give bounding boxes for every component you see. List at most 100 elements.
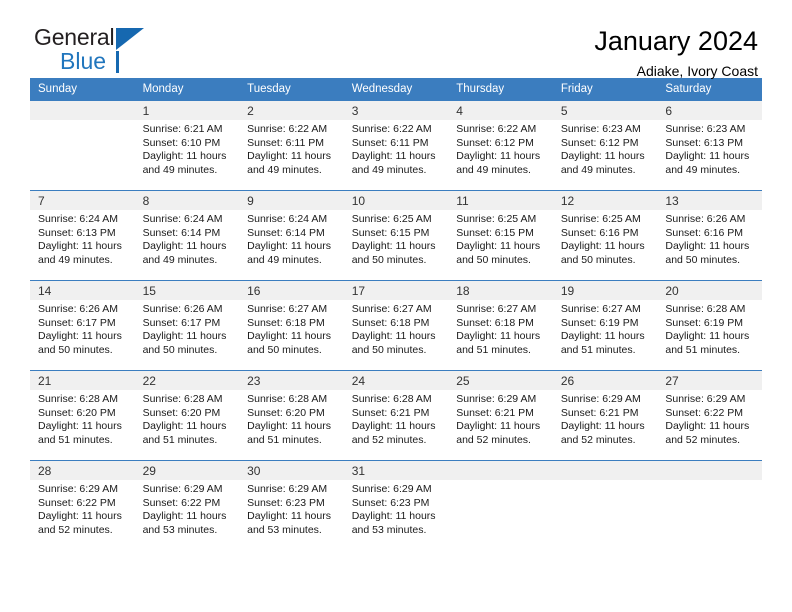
calendar-day-cell[interactable]: 31 Sunrise: 6:29 AM Sunset: 6:23 PM Dayligh… bbox=[343, 460, 449, 551]
sunset-time: Sunset: 6:21 PM bbox=[456, 406, 534, 419]
calendar-day-cell[interactable]: 29 Sunrise: 6:29 AM Sunset: 6:22 PM Dayligh… bbox=[134, 460, 240, 551]
sunset-time: Sunset: 6:15 PM bbox=[351, 226, 430, 239]
calendar-day-cell[interactable]: 23 Sunrise: 6:28 AM Sunset: 6:20 PM Dayligh… bbox=[239, 370, 344, 461]
daylight-duration-line1: Daylight: 11 hours bbox=[560, 420, 645, 433]
daylight-duration-line1: Daylight: 11 hours bbox=[351, 420, 436, 433]
calendar-day-cell[interactable]: 5 Sunrise: 6:23 AM Sunset: 6:12 PM Daylight… bbox=[552, 100, 658, 191]
calendar-day-cell[interactable]: 8 Sunrise: 6:24 AM Sunset: 6:14 PM Daylight… bbox=[134, 190, 240, 281]
calendar-day-cell[interactable]: 18 Sunrise: 6:27 AM Sunset: 6:18 PM Dayligh… bbox=[448, 280, 553, 371]
weekday-header-sunday: Sunday bbox=[30, 78, 135, 101]
sunrise-time: Sunrise: 6:29 AM bbox=[665, 393, 746, 405]
daylight-duration-line1: Daylight: 11 hours bbox=[142, 150, 227, 163]
daylight-duration-line2: and 53 minutes. bbox=[247, 523, 322, 536]
calendar-day-cell[interactable]: 14 Sunrise: 6:26 AM Sunset: 6:17 PM Dayligh… bbox=[30, 280, 135, 371]
calendar-day-cell[interactable]: 1 Sunrise: 6:21 AM Sunset: 6:10 PM Daylight… bbox=[134, 100, 240, 191]
daylight-duration-line2: and 51 minutes. bbox=[247, 433, 322, 446]
calendar-day-cell-empty bbox=[552, 460, 658, 551]
calendar-day-cell[interactable]: 30 Sunrise: 6:29 AM Sunset: 6:23 PM Dayligh… bbox=[239, 460, 344, 551]
sunrise-time: Sunrise: 6:25 AM bbox=[351, 213, 432, 225]
sunset-time: Sunset: 6:14 PM bbox=[142, 226, 221, 239]
day-sun-info: Sunrise: 6:29 AM Sunset: 6:22 PM Daylight:… bbox=[657, 390, 762, 447]
daylight-duration-line1: Daylight: 11 hours bbox=[351, 240, 436, 253]
day-sun-info: Sunrise: 6:29 AM Sunset: 6:23 PM Daylight:… bbox=[344, 480, 449, 537]
sunset-time: Sunset: 6:13 PM bbox=[665, 136, 744, 149]
day-number: 29 bbox=[134, 461, 240, 480]
sunrise-time: Sunrise: 6:26 AM bbox=[142, 303, 223, 315]
calendar-day-cell[interactable]: 17 Sunrise: 6:27 AM Sunset: 6:18 PM Dayligh… bbox=[343, 280, 449, 371]
daylight-duration-line1: Daylight: 11 hours bbox=[247, 240, 331, 253]
day-number: 31 bbox=[343, 461, 449, 480]
calendar-day-cell[interactable]: 22 Sunrise: 6:28 AM Sunset: 6:20 PM Dayligh… bbox=[134, 370, 240, 461]
sunrise-time: Sunrise: 6:28 AM bbox=[351, 393, 432, 405]
daylight-duration-line2: and 50 minutes. bbox=[247, 343, 322, 356]
calendar-day-cell[interactable]: 12 Sunrise: 6:25 AM Sunset: 6:16 PM Dayligh… bbox=[552, 190, 658, 281]
daylight-duration-line1: Daylight: 11 hours bbox=[247, 330, 331, 343]
sunset-time: Sunset: 6:13 PM bbox=[38, 226, 116, 239]
sunrise-time: Sunrise: 6:29 AM bbox=[247, 483, 328, 495]
sunrise-time: Sunrise: 6:29 AM bbox=[560, 393, 641, 405]
daylight-duration-line2: and 50 minutes. bbox=[142, 343, 218, 356]
sunrise-time: Sunrise: 6:29 AM bbox=[38, 483, 118, 495]
calendar-day-cell[interactable]: 20 Sunrise: 6:28 AM Sunset: 6:19 PM Dayligh… bbox=[657, 280, 762, 371]
general-blue-logo[interactable]: General Blue bbox=[34, 26, 154, 76]
day-sun-info: Sunrise: 6:22 AM Sunset: 6:11 PM Daylight:… bbox=[344, 120, 449, 177]
day-sun-info: Sunrise: 6:25 AM Sunset: 6:16 PM Daylight:… bbox=[553, 210, 658, 267]
day-number: 16 bbox=[239, 281, 344, 300]
daylight-duration-line2: and 50 minutes. bbox=[38, 343, 113, 356]
daylight-duration-line1: Daylight: 11 hours bbox=[142, 240, 227, 253]
weekday-header-tuesday: Tuesday bbox=[239, 78, 344, 101]
calendar-day-cell[interactable]: 28 Sunrise: 6:29 AM Sunset: 6:22 PM Dayligh… bbox=[30, 460, 135, 551]
calendar-day-cell[interactable]: 25 Sunrise: 6:29 AM Sunset: 6:21 PM Dayligh… bbox=[448, 370, 553, 461]
weekday-header-wednesday: Wednesday bbox=[343, 78, 449, 101]
sunset-time: Sunset: 6:20 PM bbox=[247, 406, 325, 419]
sunrise-time: Sunrise: 6:28 AM bbox=[247, 393, 328, 405]
sunset-time: Sunset: 6:22 PM bbox=[38, 496, 116, 509]
calendar-day-cell[interactable]: 16 Sunrise: 6:27 AM Sunset: 6:18 PM Dayligh… bbox=[239, 280, 344, 371]
daylight-duration-line1: Daylight: 11 hours bbox=[247, 420, 331, 433]
day-sun-info: Sunrise: 6:21 AM Sunset: 6:10 PM Daylight:… bbox=[135, 120, 240, 177]
daylight-duration-line2: and 51 minutes. bbox=[38, 433, 113, 446]
day-sun-info: Sunrise: 6:26 AM Sunset: 6:16 PM Daylight:… bbox=[657, 210, 762, 267]
daylight-duration-line2: and 50 minutes. bbox=[560, 253, 636, 266]
sunset-time: Sunset: 6:20 PM bbox=[38, 406, 116, 419]
calendar-head: Sunday Monday Tuesday Wednesday Thursday… bbox=[30, 78, 762, 101]
daylight-duration-line1: Daylight: 11 hours bbox=[665, 330, 750, 343]
daylight-duration-line2: and 49 minutes. bbox=[247, 163, 322, 176]
sunrise-time: Sunrise: 6:24 AM bbox=[142, 213, 223, 225]
day-sun-info: Sunrise: 6:26 AM Sunset: 6:17 PM Daylight:… bbox=[30, 300, 135, 357]
calendar-day-cell[interactable]: 4 Sunrise: 6:22 AM Sunset: 6:12 PM Daylight… bbox=[448, 100, 553, 191]
calendar-day-cell-empty bbox=[30, 100, 135, 191]
title-block: January 2024 Adiake, Ivory Coast bbox=[594, 26, 758, 79]
sunset-time: Sunset: 6:21 PM bbox=[351, 406, 430, 419]
sunrise-time: Sunrise: 6:27 AM bbox=[560, 303, 641, 315]
sunset-time: Sunset: 6:22 PM bbox=[142, 496, 221, 509]
calendar-day-cell[interactable]: 9 Sunrise: 6:24 AM Sunset: 6:14 PM Daylight… bbox=[239, 190, 344, 281]
calendar-day-cell[interactable]: 2 Sunrise: 6:22 AM Sunset: 6:11 PM Daylight… bbox=[239, 100, 344, 191]
sunrise-time: Sunrise: 6:22 AM bbox=[351, 123, 432, 135]
calendar-page: General Blue January 2024 Adiake, Ivory … bbox=[0, 0, 792, 612]
day-number: 7 bbox=[30, 191, 135, 210]
daylight-duration-line1: Daylight: 11 hours bbox=[38, 420, 122, 433]
calendar-body: 1 Sunrise: 6:21 AM Sunset: 6:10 PM Daylight… bbox=[30, 100, 762, 551]
calendar-day-cell[interactable]: 3 Sunrise: 6:22 AM Sunset: 6:11 PM Daylight… bbox=[343, 100, 449, 191]
day-sun-info: Sunrise: 6:26 AM Sunset: 6:17 PM Daylight:… bbox=[135, 300, 240, 357]
sunrise-time: Sunrise: 6:28 AM bbox=[142, 393, 223, 405]
calendar-day-cell[interactable]: 7 Sunrise: 6:24 AM Sunset: 6:13 PM Daylight… bbox=[30, 190, 135, 281]
calendar-day-cell[interactable]: 15 Sunrise: 6:26 AM Sunset: 6:17 PM Dayligh… bbox=[134, 280, 240, 371]
calendar-day-cell[interactable]: 21 Sunrise: 6:28 AM Sunset: 6:20 PM Dayligh… bbox=[30, 370, 135, 461]
calendar-day-cell[interactable]: 26 Sunrise: 6:29 AM Sunset: 6:21 PM Dayligh… bbox=[552, 370, 658, 461]
sunrise-time: Sunrise: 6:27 AM bbox=[247, 303, 328, 315]
calendar-day-cell[interactable]: 13 Sunrise: 6:26 AM Sunset: 6:16 PM Dayligh… bbox=[657, 190, 762, 281]
calendar-day-cell[interactable]: 27 Sunrise: 6:29 AM Sunset: 6:22 PM Dayligh… bbox=[657, 370, 762, 461]
calendar-day-cell[interactable]: 24 Sunrise: 6:28 AM Sunset: 6:21 PM Dayligh… bbox=[343, 370, 449, 461]
calendar-day-cell[interactable]: 10 Sunrise: 6:25 AM Sunset: 6:15 PM Dayligh… bbox=[343, 190, 449, 281]
day-sun-info: Sunrise: 6:28 AM Sunset: 6:20 PM Daylight:… bbox=[135, 390, 240, 447]
sunrise-time: Sunrise: 6:23 AM bbox=[665, 123, 746, 135]
calendar-day-cell[interactable]: 6 Sunrise: 6:23 AM Sunset: 6:13 PM Daylight… bbox=[657, 100, 762, 191]
calendar-day-cell-empty bbox=[657, 460, 762, 551]
calendar-day-cell[interactable]: 11 Sunrise: 6:25 AM Sunset: 6:15 PM Dayligh… bbox=[448, 190, 553, 281]
calendar-day-cell[interactable]: 19 Sunrise: 6:27 AM Sunset: 6:19 PM Dayligh… bbox=[552, 280, 658, 371]
logo-triangle-icon bbox=[116, 28, 144, 50]
sunrise-time: Sunrise: 6:26 AM bbox=[38, 303, 118, 315]
sunrise-time: Sunrise: 6:28 AM bbox=[38, 393, 118, 405]
